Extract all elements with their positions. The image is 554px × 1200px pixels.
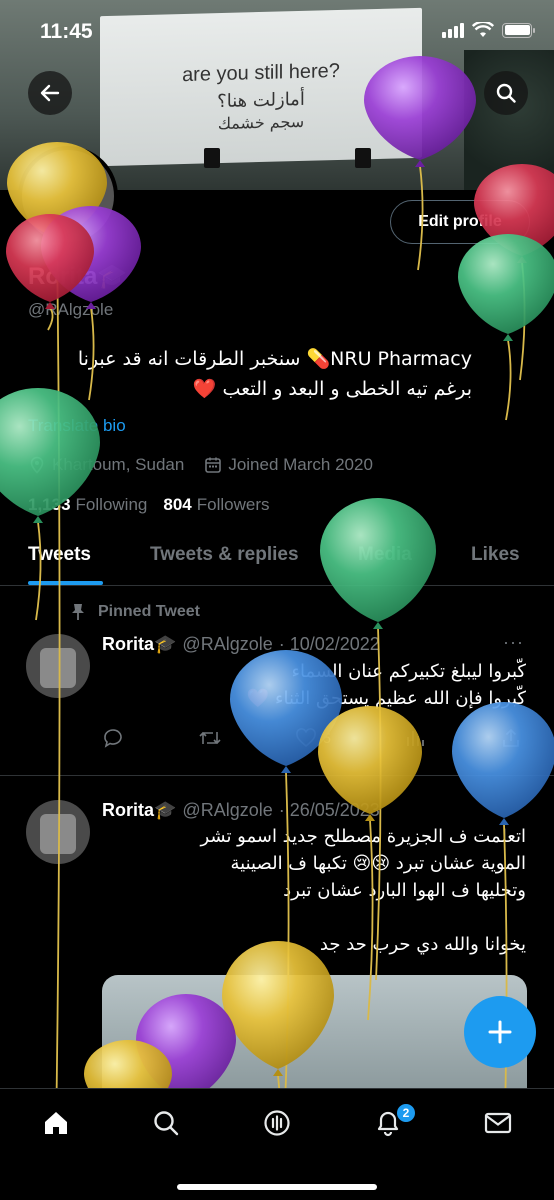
tweet-author-name[interactable]: Rorita🎓 [102, 634, 176, 655]
pin-icon [72, 604, 84, 620]
search-icon [154, 1111, 179, 1136]
pinned-text: Pinned Tweet [98, 603, 200, 620]
profile-avatar[interactable] [18, 146, 118, 246]
balloon-knot [373, 622, 383, 629]
nav-messages[interactable] [482, 1107, 514, 1139]
reply-icon[interactable] [102, 727, 124, 749]
tab-tweets-replies[interactable]: Tweets & replies [150, 544, 299, 566]
followers-count: 804 [163, 495, 192, 514]
balloon-string [505, 339, 512, 421]
joined-text: Joined March 2020 [228, 455, 373, 474]
status-bar: 11:45 [0, 0, 554, 64]
tweet-line: يخوانا والله دي حرب حد جد [319, 934, 526, 955]
tweet-header: Rorita🎓 @RAlgzole · 26/05/2023 [102, 800, 380, 821]
tweet-line: كّبروا فإن الله عظيم يستحق الثناء ❤️ [246, 688, 526, 709]
status-time: 11:45 [40, 20, 93, 43]
tab-likes[interactable]: Likes [471, 544, 520, 566]
following-label: Following [75, 495, 148, 514]
tab-tweets[interactable]: Tweets [28, 544, 91, 566]
location-text: Khartoum, Sudan [52, 455, 185, 474]
tweet-text: اتعلمت ف الجزيرة مصطلح جديد اسمو تشر الم… [96, 823, 526, 958]
search-button[interactable] [484, 71, 528, 115]
battery-icon [502, 22, 535, 38]
tab-media[interactable]: Media [358, 544, 412, 566]
tweet-author-handle: @RAlgzole [182, 634, 273, 654]
profile-meta: Khartoum, Sudan Joined March 2020 [28, 455, 373, 475]
bottom-navigation: 2 [0, 1088, 554, 1200]
status-icons [442, 22, 535, 38]
like-button[interactable]: 5 [295, 727, 331, 749]
share-icon[interactable] [500, 727, 522, 749]
back-button[interactable] [28, 71, 72, 115]
nav-search[interactable] [150, 1107, 182, 1139]
spaces-icon [264, 1110, 290, 1136]
retweet-icon[interactable] [198, 727, 222, 749]
following-link[interactable]: 1,133 Following [28, 495, 147, 515]
like-count: 5 [323, 730, 331, 746]
profile-bio: NRU Pharmacy💊 سنخبر الطرقات انه قد عبرنا… [12, 344, 472, 404]
wifi-icon [472, 22, 494, 37]
tweet-author-handle: @RAlgzole [182, 800, 273, 820]
followers-label: Followers [196, 495, 270, 514]
translate-bio-link[interactable]: Translate bio [28, 416, 126, 436]
cellular-signal-icon [442, 22, 464, 38]
tweet-line: كّبروا ليبلغ تكبيركم عنان السماء [291, 661, 526, 682]
nav-spaces[interactable] [261, 1107, 293, 1139]
tweet-date: · 26/05/2023 [278, 800, 380, 820]
balloon-string [519, 261, 526, 381]
views-icon[interactable] [404, 727, 426, 749]
mail-icon [484, 1112, 512, 1134]
location-item: Khartoum, Sudan [28, 455, 184, 475]
tweet-avatar[interactable] [26, 634, 90, 698]
tweet-header: Rorita🎓 @RAlgzole · 10/02/2022 [102, 634, 380, 655]
compose-tweet-button[interactable] [464, 996, 536, 1068]
profile-tabs: Tweets Tweets & replies Media Likes [0, 530, 554, 586]
joined-item: Joined March 2020 [204, 455, 373, 475]
home-indicator [177, 1184, 377, 1190]
like-icon [296, 728, 316, 748]
compose-plus-icon [488, 1020, 512, 1044]
balloon-knot [281, 766, 291, 773]
balloon-knot [517, 256, 527, 263]
calendar-icon [205, 457, 222, 473]
tweet-text: كّبروا ليبلغ تكبيركم عنان السماء كّبروا … [96, 658, 526, 712]
tweet-line: اتعلمت ف الجزيرة مصطلح جديد اسمو تشر [200, 826, 526, 847]
tweet-divider [0, 775, 554, 776]
billboard-lamp [204, 148, 220, 168]
search-icon [496, 83, 516, 103]
bio-line: NRU Pharmacy💊 سنخبر الطرقات انه قد عبرنا [77, 348, 472, 370]
profile-handle: @RAlgzole [28, 300, 114, 319]
more-options-button[interactable]: ··· [503, 632, 524, 653]
nav-home[interactable] [40, 1107, 72, 1139]
tweet-actions: 5 [102, 727, 522, 749]
pinned-label: Pinned Tweet [70, 603, 200, 621]
active-tab-indicator [28, 581, 103, 585]
balloon-icon [318, 706, 422, 814]
notification-badge: 2 [396, 1103, 416, 1123]
follow-stats: 1,133 Following 804 Followers [28, 495, 269, 515]
balloon-icon [458, 234, 554, 334]
followers-link[interactable]: 804 Followers [163, 495, 269, 515]
tweet-author-name[interactable]: Rorita🎓 [102, 800, 176, 821]
tweet-date: · 10/02/2022 [278, 634, 380, 654]
tweet-line: وتخليها ف الهوا البارد عشان تبرد [283, 880, 526, 901]
tweet-line: الموية عشان تبرد 😢😢 تكبها ف الصينية [230, 853, 526, 874]
profile-name: Rorita🎓 [28, 263, 128, 290]
edit-profile-button[interactable]: Edit profile [390, 200, 530, 244]
balloon-icon [452, 702, 554, 818]
back-arrow-icon [40, 84, 60, 102]
balloon-knot [33, 516, 43, 523]
balloon-knot [503, 334, 513, 341]
home-icon [45, 1112, 67, 1134]
billboard-lamp [355, 148, 371, 168]
tweet-avatar[interactable] [26, 800, 90, 864]
following-count: 1,133 [28, 495, 71, 514]
location-pin-icon [30, 456, 44, 474]
bio-line: برغم تيه الخطى و البعد و التعب ❤️ [192, 378, 472, 400]
